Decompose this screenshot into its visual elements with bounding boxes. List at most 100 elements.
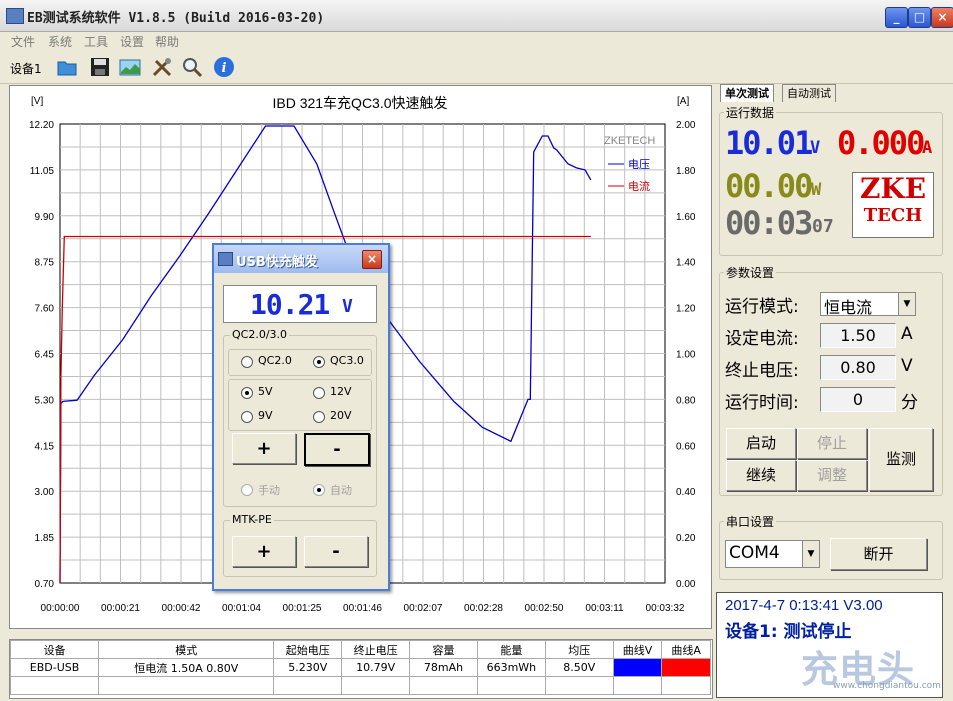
zketech-logo: ZKE TECH [852, 172, 934, 238]
status-timestamp: 2017-4-7 0:13:41 V3.00 [725, 597, 883, 614]
dialog-app-icon [218, 252, 233, 266]
table-header: 模式 [98, 640, 275, 659]
manual-radio[interactable] [241, 484, 253, 496]
stop-button[interactable]: 停止 [797, 428, 867, 459]
auto-radio[interactable] [313, 484, 325, 496]
legend-current-label: 电流 [628, 179, 650, 193]
x-tick-label: 00:01:46 [343, 603, 382, 614]
volt-12v-radio[interactable] [313, 387, 325, 399]
monitor-button[interactable]: 监测 [869, 428, 933, 491]
table-row[interactable]: EBD-USB 恒电流 1.50A 0.80V 5.230V 10.79V 78… [9, 658, 711, 677]
open-folder-icon[interactable] [56, 56, 78, 78]
y-right-tick-label: 0.00 [676, 579, 696, 590]
volt-20v-radio[interactable] [313, 411, 325, 423]
table-header-row: 设备 模式 起始电压 终止电压 容量 能量 均压 曲线V 曲线A [9, 640, 711, 659]
table-cell: 恒电流 1.50A 0.80V [98, 658, 275, 677]
menu-help[interactable]: 帮助 [155, 33, 179, 50]
volt-9v-label: 9V [258, 409, 273, 422]
left-axis-unit: [V] [31, 96, 43, 107]
close-button[interactable]: × [931, 7, 953, 28]
y-left-tick-label: 9.90 [35, 212, 55, 223]
disconnect-button[interactable]: 断开 [830, 538, 927, 570]
set-current-label: 设定电流: [725, 329, 799, 349]
chart-title: IBD 321车充QC3.0快速触发 [272, 95, 447, 111]
y-left-tick-label: 8.75 [35, 258, 55, 269]
table-header: 终止电压 [341, 640, 411, 659]
volt-12v-label: 12V [330, 385, 352, 398]
y-right-tick-label: 2.00 [676, 120, 696, 131]
end-voltage-label: 终止电压: [725, 361, 799, 381]
volt-9v-radio[interactable] [241, 411, 253, 423]
voltage-unit: V [810, 138, 821, 158]
table-cell: EBD-USB [9, 658, 100, 677]
chevron-down-icon[interactable]: ▼ [802, 541, 819, 567]
curve-v-swatch[interactable] [612, 658, 663, 677]
table-header: 容量 [409, 640, 478, 659]
x-tick-label: 00:03:32 [646, 603, 685, 614]
table-cell: 5.230V [273, 658, 343, 677]
y-left-tick-label: 3.00 [35, 487, 55, 498]
x-tick-label: 00:01:04 [222, 603, 261, 614]
info-icon[interactable]: i [213, 56, 235, 78]
y-right-tick-label: 1.80 [676, 166, 696, 177]
mode-select[interactable]: 恒电流 ▼ [820, 292, 916, 317]
run-time-input[interactable]: 0 [820, 387, 896, 412]
right-axis-unit: [A] [677, 96, 689, 107]
y-left-tick-label: 12.20 [29, 120, 54, 131]
logo-text-zke: ZKE [859, 172, 927, 205]
decrease-button[interactable]: - [304, 433, 370, 466]
tools-icon[interactable] [151, 56, 173, 78]
run-time-unit: 分 [901, 393, 918, 413]
mtk-group-label: MTK-PE [230, 513, 274, 526]
y-left-tick-label: 5.30 [35, 395, 55, 406]
table-cell: 10.79V [341, 658, 411, 677]
svg-text:i: i [222, 61, 227, 76]
menu-file[interactable]: 文件 [11, 33, 35, 50]
volt-5v-label: 5V [258, 385, 273, 398]
zoom-icon[interactable] [181, 56, 203, 78]
save-icon[interactable] [89, 56, 111, 78]
x-tick-label: 00:02:28 [464, 603, 503, 614]
menu-settings[interactable]: 设置 [120, 33, 144, 50]
volt-5v-radio[interactable] [241, 387, 253, 399]
qc20-radio[interactable] [241, 356, 253, 368]
port-select[interactable]: COM4 ▼ [725, 540, 820, 568]
y-right-tick-label: 0.40 [676, 487, 696, 498]
minimize-button[interactable]: _ [885, 7, 908, 28]
curve-a-swatch[interactable] [661, 658, 711, 677]
manual-label: 手动 [258, 484, 280, 497]
qc30-label: QC3.0 [330, 354, 364, 367]
chart-image-icon[interactable] [119, 56, 141, 78]
table-header: 设备 [9, 640, 100, 659]
tab-auto-test[interactable]: 自动测试 [782, 84, 836, 102]
table-cell: 78mAh [409, 658, 478, 677]
menu-system[interactable]: 系统 [48, 33, 72, 50]
chevron-down-icon[interactable]: ▼ [898, 293, 915, 315]
adjust-button[interactable]: 调整 [797, 460, 867, 491]
y-right-tick-label: 0.20 [676, 533, 696, 544]
maximize-button[interactable]: □ [908, 7, 931, 28]
device-tab[interactable]: 设备1 [10, 60, 42, 77]
app-icon [6, 8, 24, 24]
usb-fast-charge-dialog: USB快充触发 × 10.21 V QC2.0/3.0 QC2.0 QC3.0 … [212, 243, 390, 591]
qc30-radio[interactable] [313, 356, 325, 368]
menu-tools[interactable]: 工具 [84, 33, 108, 50]
mtk-increase-button[interactable]: + [232, 536, 296, 567]
table-cell: 663mWh [476, 658, 546, 677]
set-current-input[interactable]: 1.50 [820, 323, 896, 348]
table-header: 能量 [476, 640, 546, 659]
mtk-decrease-button[interactable]: - [304, 536, 368, 567]
start-button[interactable]: 启动 [726, 428, 796, 459]
dialog-voltage-value: 10.21 [250, 288, 330, 321]
dialog-title-bar: USB快充触发 × [214, 245, 388, 273]
x-tick-label: 00:00:00 [41, 603, 80, 614]
tab-single-test[interactable]: 单次测试 [720, 84, 774, 102]
table-header: 均压 [544, 640, 614, 659]
continue-button[interactable]: 继续 [726, 460, 796, 491]
run-data-label: 运行数据 [724, 104, 777, 121]
qc20-label: QC2.0 [258, 354, 292, 367]
y-left-tick-label: 0.70 [35, 579, 55, 590]
increase-button[interactable]: + [232, 433, 296, 464]
end-voltage-input[interactable]: 0.80 [820, 355, 896, 380]
dialog-close-button[interactable]: × [362, 250, 382, 269]
